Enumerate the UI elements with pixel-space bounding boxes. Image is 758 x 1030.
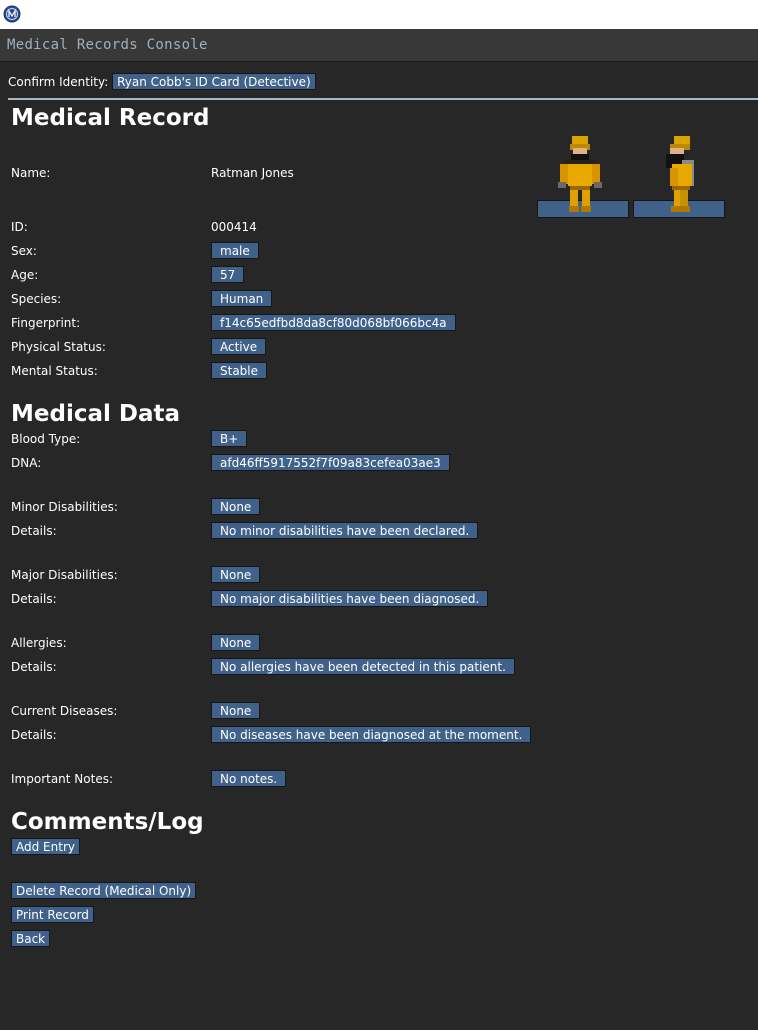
allergies-label: Allergies: [11, 636, 67, 650]
window-titlebar [0, 0, 758, 29]
current-diseases-button[interactable]: None [211, 702, 261, 719]
add-entry-button[interactable]: Add Entry [11, 838, 80, 855]
current-diseases-label: Current Diseases: [11, 704, 118, 718]
allergies-button[interactable]: None [211, 634, 261, 651]
confirm-identity-label: Confirm Identity: [8, 75, 109, 89]
console-title: Medical Records Console [7, 37, 208, 53]
print-record-button[interactable]: Print Record [11, 906, 94, 923]
important-notes-label: Important Notes: [11, 772, 114, 786]
medical-record-heading: Medical Record [11, 105, 210, 131]
sex-label: Sex: [11, 244, 37, 258]
physical-status-button[interactable]: Active [211, 338, 267, 355]
medical-data-heading: Medical Data [11, 401, 181, 427]
major-disabilities-button[interactable]: None [211, 566, 261, 583]
age-button[interactable]: 57 [211, 266, 245, 283]
id-value: 000414 [211, 220, 257, 234]
species-label: Species: [11, 292, 62, 306]
name-value: Ratman Jones [211, 166, 294, 180]
major-details-label: Details: [11, 592, 57, 606]
minor-disabilities-button[interactable]: None [211, 498, 261, 515]
blood-type-button[interactable]: B+ [211, 430, 248, 447]
divider [8, 98, 758, 100]
blood-type-label: Blood Type: [11, 432, 81, 446]
allergies-details-label: Details: [11, 660, 57, 674]
confirm-identity-row: Confirm Identity: Ryan Cobb's ID Card (D… [8, 73, 316, 90]
dna-button[interactable]: afd46ff5917552f7f09a83cefea03ae3 [211, 454, 450, 471]
mental-status-label: Mental Status: [11, 364, 98, 378]
major-disabilities-label: Major Disabilities: [11, 568, 118, 582]
nanotrasen-logo-icon [3, 5, 21, 23]
minor-details-button[interactable]: No minor disabilities have been declared… [211, 522, 479, 539]
delete-record-button[interactable]: Delete Record (Medical Only) [11, 882, 197, 899]
comments-log-heading: Comments/Log [11, 809, 204, 835]
minor-details-label: Details: [11, 524, 57, 538]
sex-button[interactable]: male [211, 242, 259, 259]
character-side-sprite [666, 136, 694, 212]
minor-disabilities-label: Minor Disabilities: [11, 500, 118, 514]
console-header: Medical Records Console [0, 29, 758, 62]
fingerprint-label: Fingerprint: [11, 316, 81, 330]
dna-label: DNA: [11, 456, 42, 470]
age-label: Age: [11, 268, 39, 282]
diseases-details-button[interactable]: No diseases have been diagnosed at the m… [211, 726, 532, 743]
character-front-sprite [558, 136, 602, 212]
back-button[interactable]: Back [11, 930, 51, 947]
name-label: Name: [11, 166, 51, 180]
species-button[interactable]: Human [211, 290, 273, 307]
major-details-button[interactable]: No major disabilities have been diagnose… [211, 590, 489, 607]
physical-status-label: Physical Status: [11, 340, 106, 354]
important-notes-button[interactable]: No notes. [211, 770, 287, 787]
id-label: ID: [11, 220, 28, 234]
allergies-details-button[interactable]: No allergies have been detected in this … [211, 658, 515, 675]
fingerprint-button[interactable]: f14c65edfbd8da8cf80d068bf066bc4a [211, 314, 456, 331]
mental-status-button[interactable]: Stable [211, 362, 268, 379]
id-card-button[interactable]: Ryan Cobb's ID Card (Detective) [112, 73, 316, 90]
diseases-details-label: Details: [11, 728, 57, 742]
